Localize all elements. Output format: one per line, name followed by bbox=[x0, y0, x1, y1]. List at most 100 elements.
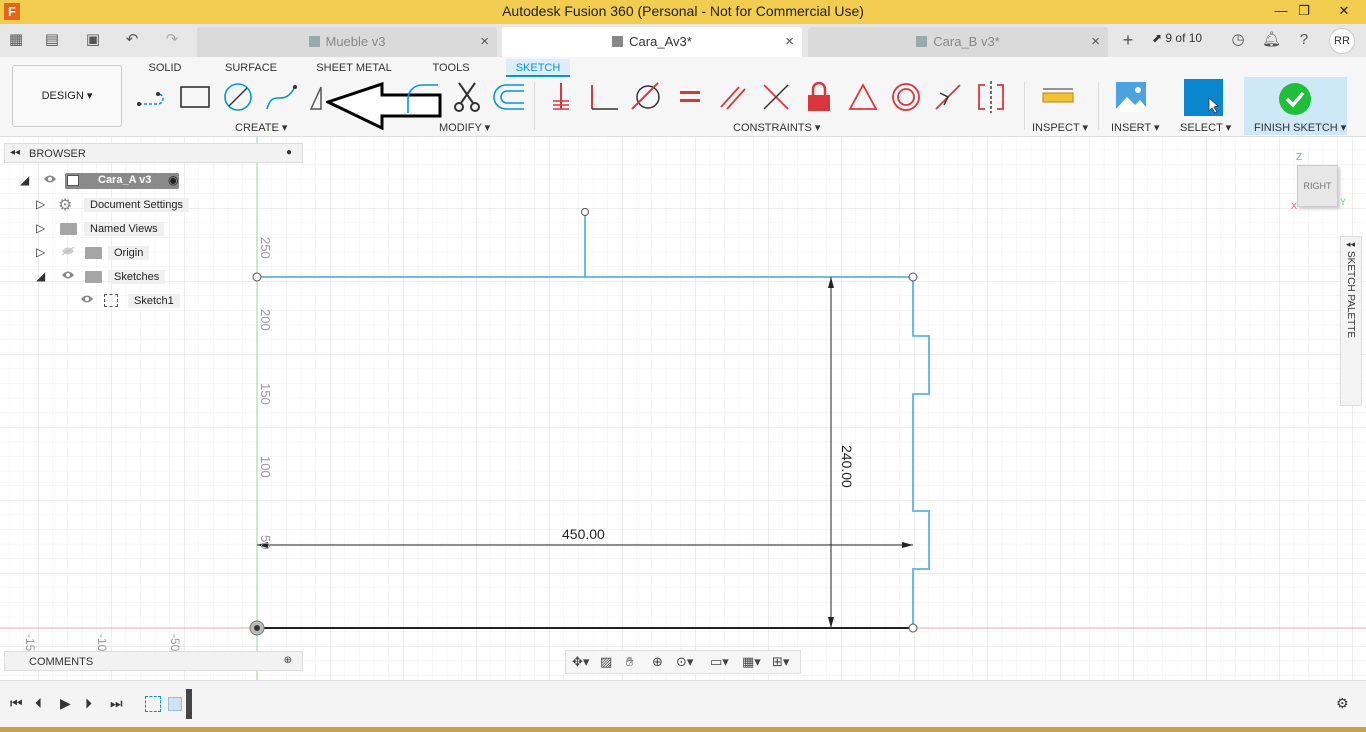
timeline-body-feature-icon[interactable] bbox=[168, 697, 182, 711]
file-menu-icon[interactable]: ▤ bbox=[40, 31, 64, 49]
expanded-triangle-icon[interactable]: ◢ bbox=[36, 269, 50, 283]
spline-tool-icon[interactable] bbox=[263, 79, 299, 115]
workspace-switcher[interactable]: DESIGN ▾ bbox=[12, 65, 122, 127]
undo-icon[interactable]: ↶ bbox=[118, 31, 146, 49]
step-forward-icon[interactable]: ⏵ bbox=[85, 695, 92, 712]
tab-solid[interactable]: SOLID bbox=[142, 59, 188, 77]
job-status-icon[interactable]: ◷ bbox=[1229, 31, 1247, 49]
equal-constraint-icon[interactable] bbox=[672, 79, 708, 115]
go-to-start-icon[interactable]: ⏮ bbox=[10, 695, 23, 712]
collapse-double-arrow-icon[interactable]: ◂◂ bbox=[10, 147, 20, 158]
display-settings-icon[interactable]: ▭▾ bbox=[710, 654, 729, 670]
zoom-icon[interactable]: ⊕ bbox=[652, 654, 663, 670]
tab-cara-a[interactable]: Cara_Av3* × bbox=[502, 27, 802, 57]
new-tab-plus-icon[interactable]: + bbox=[1118, 31, 1138, 49]
add-comment-icon[interactable]: ⊕ bbox=[284, 655, 292, 666]
circle-tool-icon[interactable] bbox=[220, 79, 256, 115]
user-avatar[interactable]: RR bbox=[1329, 28, 1355, 54]
midpoint-constraint-icon[interactable] bbox=[930, 79, 966, 115]
finish-sketch-button[interactable]: FINISH SKETCH ▾ bbox=[1254, 121, 1346, 134]
rectangle-tool-icon[interactable] bbox=[177, 79, 213, 115]
viewcube[interactable]: RIGHT bbox=[1297, 165, 1338, 207]
close-tab-icon[interactable]: × bbox=[785, 33, 794, 50]
redo-icon[interactable]: ↷ bbox=[158, 31, 186, 49]
finish-sketch-check-icon[interactable] bbox=[1279, 83, 1311, 115]
select-tool-icon[interactable] bbox=[1184, 79, 1223, 116]
inspect-menu[interactable]: INSPECT ▾ bbox=[1032, 121, 1088, 134]
close-button[interactable]: ✕ bbox=[1334, 2, 1354, 20]
minimize-panel-icon[interactable]: ● bbox=[286, 147, 292, 158]
minimize-button[interactable]: — bbox=[1271, 2, 1291, 20]
play-icon[interactable]: ▶ bbox=[60, 695, 71, 712]
timeline-sketch-feature-icon[interactable] bbox=[145, 696, 161, 712]
viewports-icon[interactable]: ⊞▾ bbox=[772, 654, 789, 670]
select-menu[interactable]: SELECT ▾ bbox=[1180, 121, 1231, 134]
insert-menu[interactable]: INSERT ▾ bbox=[1111, 121, 1160, 134]
visibility-eye-hidden-icon[interactable] bbox=[61, 246, 75, 256]
comments-panel-header[interactable]: COMMENTS ⊕ bbox=[4, 651, 303, 671]
insert-image-icon[interactable] bbox=[1113, 79, 1149, 115]
tab-sketch[interactable]: SKETCH bbox=[506, 59, 570, 77]
modify-menu[interactable]: MODIFY ▾ bbox=[439, 121, 490, 134]
expanded-triangle-icon[interactable]: ◢ bbox=[20, 173, 34, 187]
dimension-vertical-label[interactable]: 240.00 bbox=[839, 445, 855, 488]
help-icon[interactable]: ? bbox=[1295, 31, 1313, 49]
sketch-point[interactable] bbox=[908, 623, 918, 633]
orbit-icon[interactable]: ✥▾ bbox=[572, 654, 589, 670]
close-tab-icon[interactable]: × bbox=[480, 33, 489, 50]
look-at-icon[interactable]: ▨ bbox=[600, 654, 612, 670]
constraints-menu[interactable]: CONSTRAINTS ▾ bbox=[733, 121, 820, 134]
measure-ruler-icon[interactable] bbox=[1040, 79, 1076, 115]
browser-item-named-views[interactable]: ▷ Named Views bbox=[36, 218, 196, 240]
save-icon[interactable]: ▣ bbox=[84, 31, 102, 49]
browser-item-sketch1[interactable]: Sketch1 bbox=[74, 290, 184, 312]
maximize-button[interactable]: ❐ bbox=[1294, 2, 1314, 20]
notifications-bell-icon[interactable]: 🔔︎ bbox=[1262, 31, 1281, 49]
data-panel-grid-icon[interactable]: ▦ bbox=[7, 31, 25, 49]
expand-arrow-icon[interactable]: ◂◂ bbox=[1346, 239, 1355, 250]
tangent-constraint-icon[interactable] bbox=[628, 79, 664, 115]
visibility-eye-icon[interactable] bbox=[61, 270, 75, 280]
concentric-constraint-icon[interactable] bbox=[888, 79, 924, 115]
browser-root-item[interactable]: ◢ Cara_A v3 ◉ bbox=[18, 170, 208, 192]
tab-sheet-metal[interactable]: SHEET METAL bbox=[316, 59, 392, 77]
sketch-point[interactable] bbox=[908, 272, 918, 282]
collapsed-triangle-icon[interactable]: ▷ bbox=[36, 221, 50, 235]
browser-item-document-settings[interactable]: ▷ ⚙ Document Settings bbox=[36, 194, 196, 216]
symmetry-constraint-icon[interactable] bbox=[973, 79, 1009, 115]
activate-radio-icon[interactable]: ◉ bbox=[168, 173, 178, 187]
collapsed-triangle-icon[interactable]: ▷ bbox=[36, 245, 50, 259]
close-tab-icon[interactable]: × bbox=[1091, 33, 1100, 50]
collinear-constraint-icon[interactable] bbox=[758, 79, 794, 115]
trim-scissors-icon[interactable] bbox=[449, 79, 485, 115]
tab-cara-b[interactable]: Cara_B v3* × bbox=[808, 27, 1108, 57]
browser-item-sketches[interactable]: ◢ Sketches bbox=[36, 266, 196, 288]
triangle-constraint-icon[interactable] bbox=[845, 79, 881, 115]
line-tool-icon[interactable] bbox=[134, 79, 170, 115]
timeline-settings-gear-icon[interactable]: ⚙ bbox=[1336, 695, 1349, 712]
visibility-eye-icon[interactable] bbox=[43, 174, 57, 184]
sketch-point[interactable] bbox=[581, 208, 589, 216]
pan-hand-icon[interactable]: ✋︎ bbox=[626, 654, 633, 670]
fit-zoom-icon[interactable]: ⊙▾ bbox=[676, 654, 693, 670]
tab-surface[interactable]: SURFACE bbox=[222, 59, 280, 77]
create-menu[interactable]: CREATE ▾ bbox=[235, 121, 287, 134]
tab-tools[interactable]: TOOLS bbox=[428, 59, 474, 77]
offset-tool-icon[interactable] bbox=[490, 79, 526, 115]
fillet-tool-icon[interactable] bbox=[404, 79, 440, 115]
step-back-icon[interactable]: ⏴ bbox=[35, 695, 42, 712]
tab-mueble[interactable]: Mueble v3 × bbox=[197, 27, 497, 57]
browser-panel-header[interactable]: ◂◂ BROWSER ● bbox=[4, 143, 303, 163]
sketch-canvas[interactable]: 450.00 240.00 250 200 150 100 50 -15 -10… bbox=[0, 137, 1366, 680]
dimension-horizontal-label[interactable]: 450.00 bbox=[562, 526, 605, 542]
timeline-marker[interactable] bbox=[186, 689, 192, 719]
version-counter[interactable]: ⬈ 9 of 10 bbox=[1152, 31, 1202, 49]
fix-lock-icon[interactable] bbox=[801, 79, 837, 115]
perpendicular-constraint-icon[interactable] bbox=[586, 79, 622, 115]
sketch-point[interactable] bbox=[252, 272, 262, 282]
parallel-constraint-icon[interactable] bbox=[715, 79, 751, 115]
collapsed-triangle-icon[interactable]: ▷ bbox=[36, 197, 50, 211]
coincident-constraint-icon[interactable] bbox=[543, 79, 579, 115]
grid-settings-icon[interactable]: ▦▾ bbox=[742, 654, 761, 670]
browser-item-origin[interactable]: ▷ Origin bbox=[36, 242, 196, 264]
